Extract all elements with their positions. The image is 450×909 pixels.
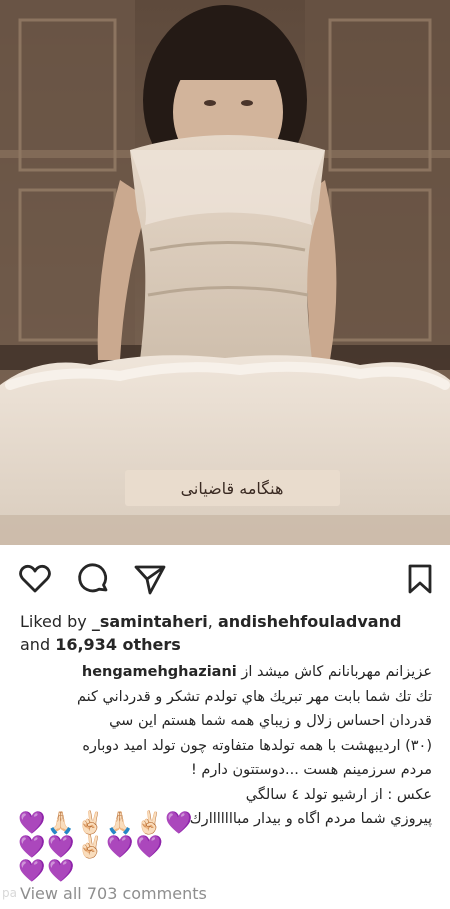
heart-icon (19, 564, 51, 593)
caption-emoji-row: 💜 💜 (18, 860, 75, 884)
speech-bubble-icon (78, 563, 108, 593)
purple-heart-emoji: 💜 (18, 835, 46, 860)
action-bar (0, 558, 450, 598)
caption-emoji-row: 💜 🙏🏻 ✌🏻 🙏🏻 ✌🏻 💜 (18, 812, 192, 836)
caption-line: عكس : از ارشيو تولد ٤ سالگي (245, 786, 432, 803)
purple-heart-emoji: 💜 (106, 835, 134, 860)
caption-text: عزيزانم مهربانانم كاش ميشد از (241, 664, 432, 680)
save-button[interactable] (403, 562, 437, 596)
purple-heart-emoji: 💜 (47, 835, 75, 860)
purple-heart-emoji: 💜 (47, 859, 75, 884)
caption-line: تك تك شما بابت مهر تبريك هاي تولدم تشكر … (76, 688, 432, 705)
purple-heart-emoji: 💜 (135, 835, 164, 860)
likes-count-link[interactable]: 16,934 others (55, 635, 181, 654)
view-all-comments-link[interactable]: View all 703 comments (20, 884, 207, 903)
caption-line: عزيزانم مهربانانم كاش ميشد از hengamehgh… (17, 660, 432, 685)
praying-hands-emoji: 🙏🏻 (47, 811, 75, 836)
liker-username[interactable]: andishehfouladvand (218, 612, 401, 631)
victory-hand-emoji: ✌🏻 (76, 811, 105, 836)
praying-hands-emoji: 🙏🏻 (106, 811, 134, 836)
comment-button[interactable] (77, 562, 111, 596)
like-button[interactable] (18, 562, 52, 596)
paper-plane-icon (134, 565, 166, 595)
purple-heart-emoji: 💜 (165, 811, 193, 836)
post-caption: عزيزانم مهربانانم كاش ميشد از hengamehgh… (17, 660, 432, 832)
purple-heart-emoji: 💜 (18, 859, 46, 884)
caption-line: مردم سرزمينم هست ...دوستتون دارم ! (191, 762, 432, 778)
bookmark-icon (408, 564, 432, 594)
cake-inscription: هنگامه قاضیانی (181, 479, 284, 498)
caption-emoji-row: 💜 💜 ✌🏻 💜 💜 (18, 836, 163, 860)
watermark: pa (2, 886, 17, 900)
likes-separator: , (207, 612, 213, 631)
likes-and: and (20, 635, 51, 654)
likes-prefix: Liked by (20, 612, 87, 631)
caption-owner-username[interactable]: hengamehghaziani (82, 664, 237, 680)
liker-username[interactable]: _samintaheri (92, 612, 208, 631)
share-button[interactable] (133, 562, 167, 596)
caption-line: (٣٠) ارديبهشت با همه تولدها متفاوته چون … (82, 737, 432, 754)
vintage-birthday-photo: هنگامه قاضیانی (0, 0, 450, 545)
victory-hand-emoji: ✌🏻 (135, 811, 164, 836)
post-photo[interactable]: هنگامه قاضیانی (0, 0, 450, 545)
caption-line: قدردان احساس زلال و زيباي همه شما هستم ا… (109, 713, 432, 729)
purple-heart-emoji: 💜 (18, 811, 46, 836)
victory-hand-emoji: ✌🏻 (76, 835, 105, 860)
likes-summary: Liked by _samintaheri, andishehfouladvan… (20, 610, 440, 656)
